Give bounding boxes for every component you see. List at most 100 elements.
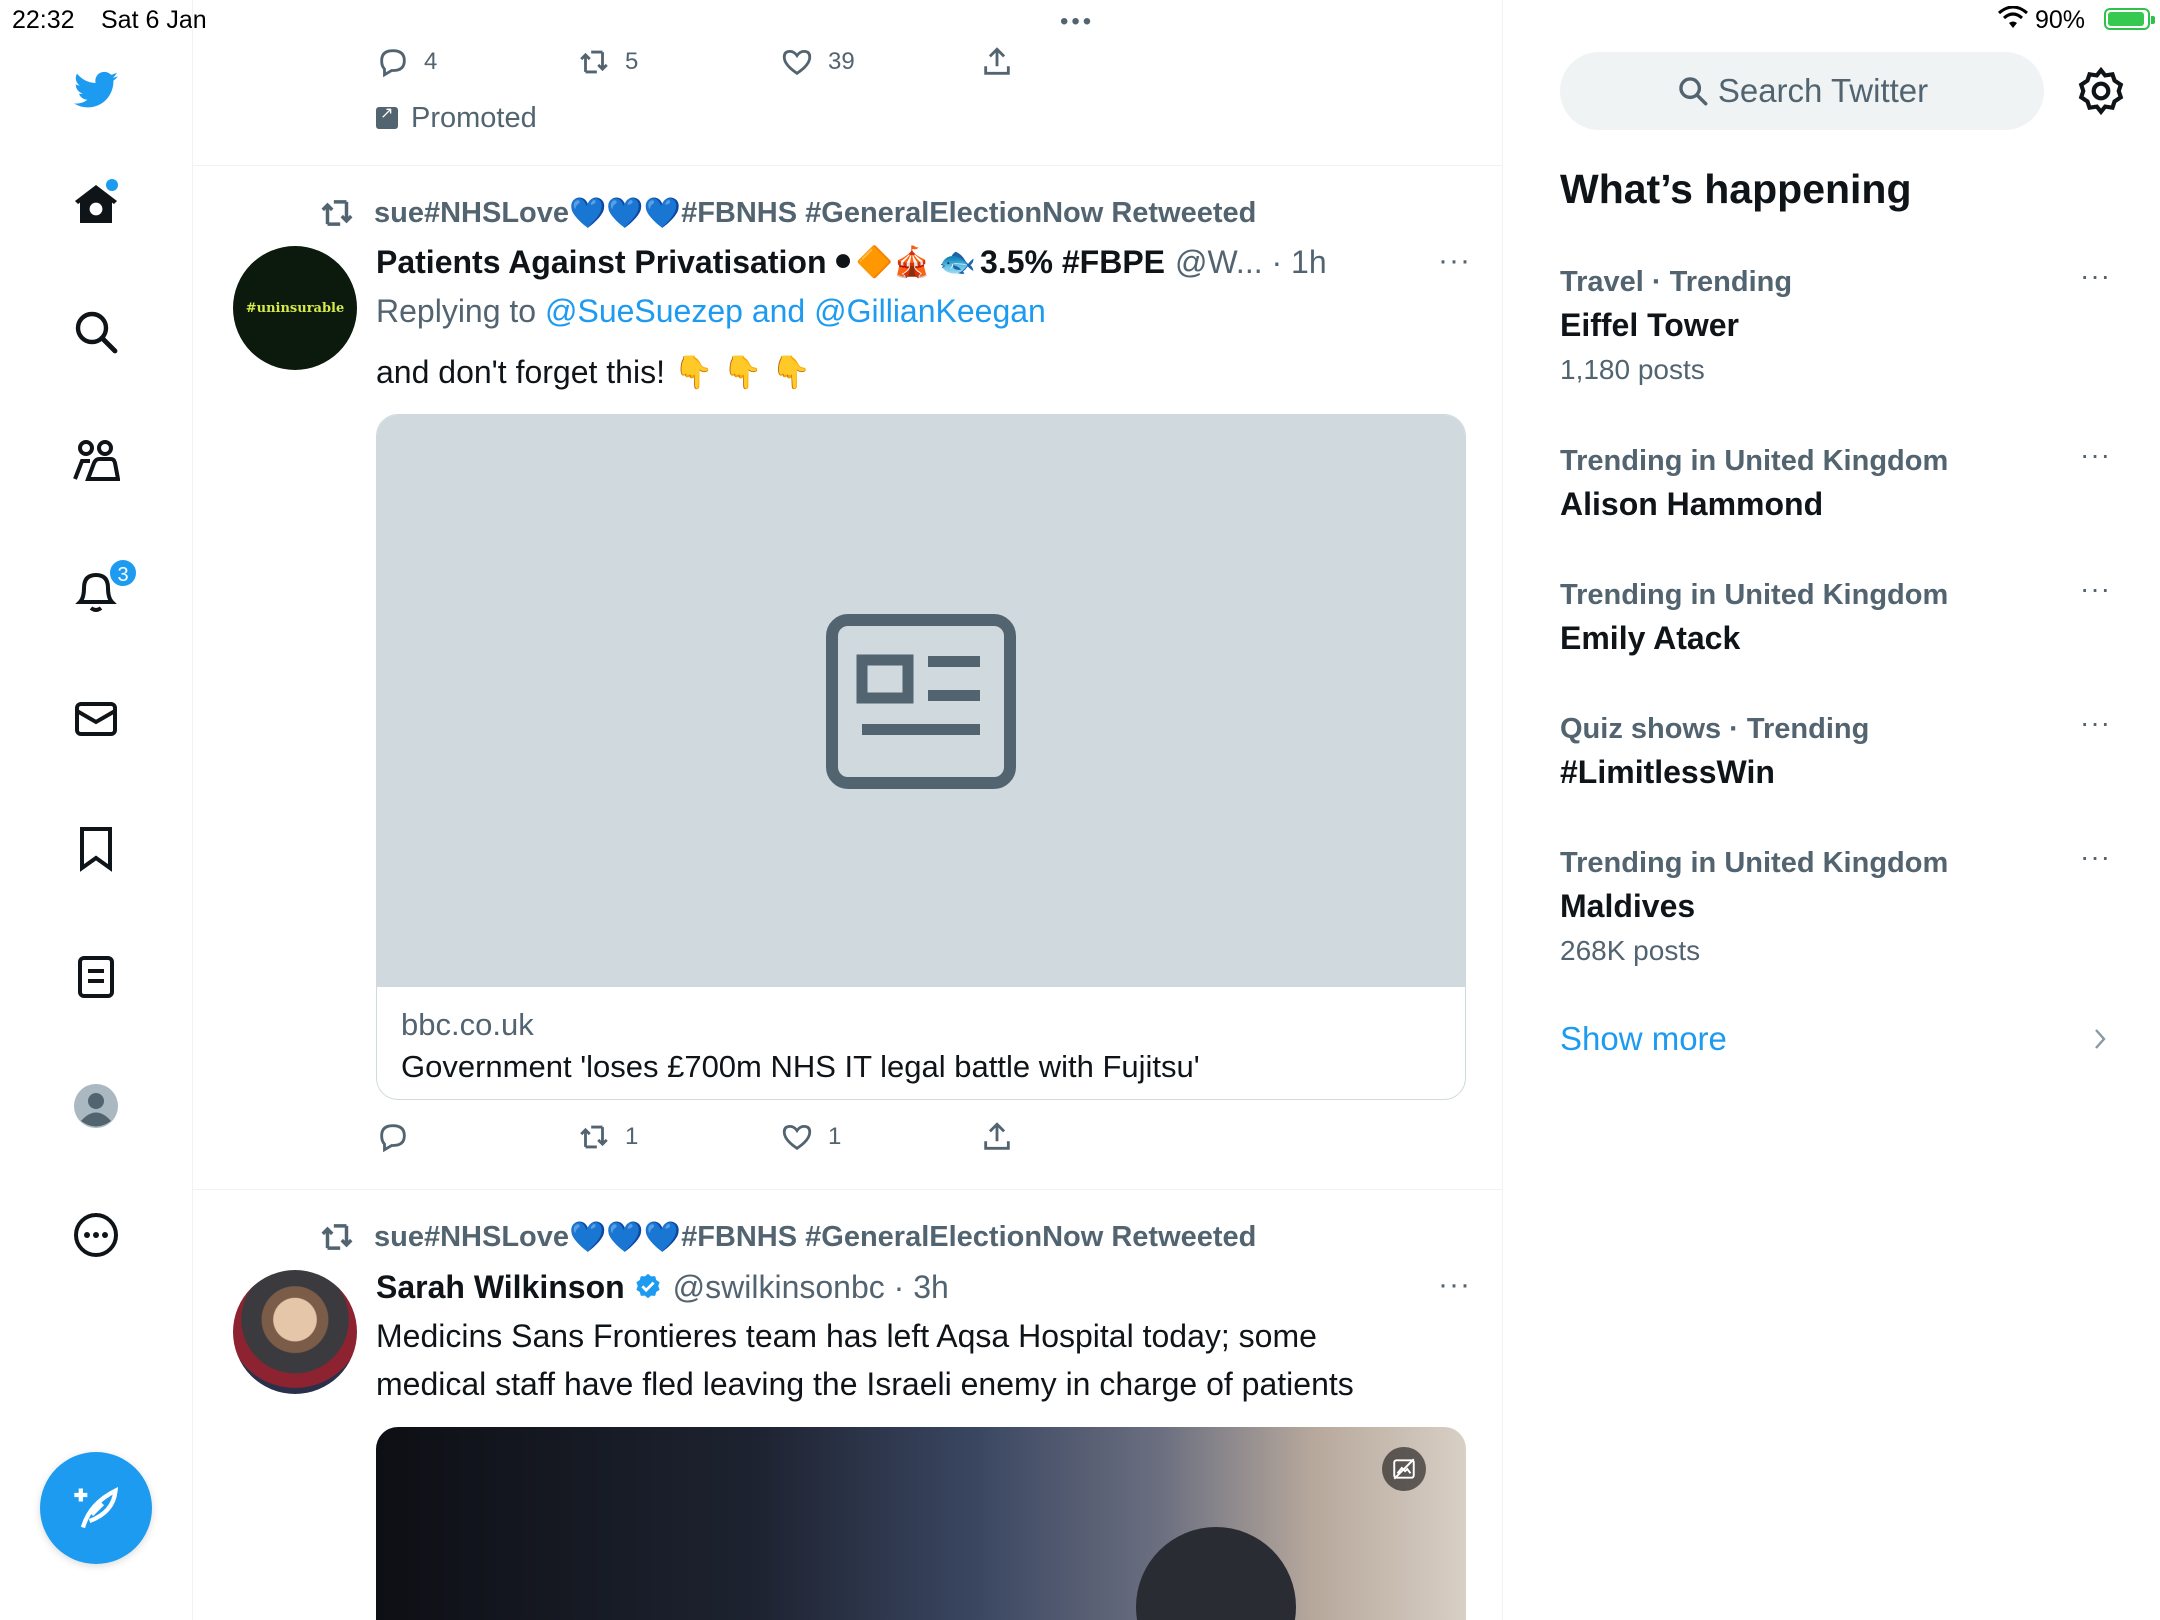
reply-icon (380, 49, 406, 78)
trend-context: Travel · Trending (1560, 266, 1793, 298)
tweet-text-line: medical staff have fled leaving the Isra… (376, 1366, 1354, 1402)
search-input[interactable]: Search Twitter (1560, 52, 2044, 130)
reply-icon (380, 1124, 406, 1153)
trend-item[interactable]: Trending in United Kingdom Emily Atack ·… (1560, 573, 2120, 657)
trend-posts: 268K posts (1560, 935, 1701, 966)
replying-to-line: Replying to @SueSuezep and @GillianKeega… (376, 293, 1046, 329)
promo-action-bar: 4 5 39 (193, 42, 1502, 82)
tweet-divider (193, 165, 1502, 166)
chevron-right-icon (2095, 1029, 2106, 1049)
retweeted-by-line[interactable]: sue#NHSLove 💙💙💙 #FBNHS #GeneralElectionN… (318, 1217, 1256, 1257)
share-button[interactable] (980, 42, 1028, 82)
trend-item[interactable]: Trending in United Kingdom Alison Hammon… (1560, 439, 2120, 523)
retweet-icon (321, 1224, 353, 1250)
author-handle-time: @W... · 1h (1175, 243, 1327, 280)
avatar[interactable]: #uninsurable (233, 246, 357, 370)
right-sidebar: Search Twitter What’s happening Travel ·… (1504, 0, 2160, 1620)
replying-to-mentions[interactable]: @SueSuezep and @GillianKeegan (545, 293, 1046, 329)
trend-posts: 1,180 posts (1560, 354, 1705, 385)
retweeted-by-line[interactable]: sue#NHSLove 💙💙💙 #FBNHS #GeneralElectionN… (318, 193, 1256, 233)
search-placeholder: Search Twitter (1717, 72, 1929, 109)
more-options-icon[interactable] (66, 1205, 126, 1265)
author-name-tail: 3.5% #FBPE (980, 243, 1165, 280)
tweet-more-icon[interactable]: ··· (1438, 244, 1471, 278)
tweet-video[interactable] (376, 1427, 1466, 1620)
trend-item[interactable]: Quiz shows · Trending #LimitlessWin ··· (1560, 707, 2120, 791)
trend-name: Emily Atack (1560, 620, 1741, 656)
sensitive-media-icon[interactable] (1382, 1447, 1426, 1491)
trend-context: Trending in United Kingdom (1560, 579, 1949, 611)
timeline: 4 5 39 Promoted sue#NHSLove 💙💙💙 #FBNHS #… (193, 0, 1503, 1620)
trend-name: #LimitlessWin (1560, 754, 1775, 790)
trend-more-icon[interactable]: ··· (2080, 439, 2111, 471)
lists-icon[interactable] (66, 947, 126, 1007)
like-count: 39 (828, 48, 855, 75)
whats-happening-title: What’s happening (1560, 166, 1912, 212)
tweet-author-line[interactable]: Patients Against Privatisation ⚫🔶🎪 🐟 3.5… (376, 240, 1327, 284)
trend-context: Trending in United Kingdom (1560, 445, 1949, 477)
tweet-text: and don't forget this! 👇 👇 👇 (376, 354, 812, 390)
tweet-divider (193, 1189, 1502, 1190)
left-nav: 3 (0, 0, 193, 1620)
author-name[interactable]: Patients Against Privatisation (376, 244, 826, 281)
notifications-bell-icon[interactable]: 3 (66, 558, 138, 620)
twitter-logo-icon[interactable] (66, 60, 126, 120)
profile-avatar-icon[interactable] (66, 1076, 126, 1136)
retweet-icon (580, 1125, 608, 1149)
promoted-label: Promoted (376, 100, 537, 136)
trend-more-icon[interactable]: ··· (2080, 707, 2111, 739)
verified-badge-icon (636, 1273, 660, 1299)
communities-icon[interactable] (66, 431, 126, 491)
home-unread-dot (106, 179, 118, 191)
compose-tweet-button[interactable] (40, 1452, 152, 1564)
show-more-link[interactable]: Show more (1560, 1020, 1727, 1058)
share-icon (984, 47, 1010, 75)
trend-context: Trending in United Kingdom (1560, 847, 1949, 879)
retweet-icon (580, 50, 608, 74)
search-icon[interactable] (66, 302, 126, 362)
author-handle-time: @swilkinsonbc · 3h (672, 1268, 949, 1305)
trend-more-icon[interactable]: ··· (2080, 841, 2111, 873)
share-button[interactable] (980, 1117, 1028, 1157)
notification-badge: 3 (108, 558, 138, 588)
search-icon (1679, 77, 1708, 106)
feather-plus-icon (74, 1486, 119, 1529)
trend-item[interactable]: Trending in United Kingdom Maldives 268K… (1560, 841, 2120, 967)
link-card-title: Government 'loses £700m NHS IT legal bat… (401, 1049, 1200, 1084)
trend-name: Alison Hammond (1560, 486, 1824, 522)
link-card[interactable]: bbc.co.uk Government 'loses £700m NHS IT… (376, 414, 1466, 1100)
home-icon[interactable] (66, 175, 126, 235)
trend-context: Quiz shows · Trending (1560, 713, 1870, 745)
trend-item[interactable]: Travel · Trending Eiffel Tower 1,180 pos… (1560, 260, 2120, 386)
tweet-text-line: Medicins Sans Frontieres team has left A… (376, 1318, 1317, 1354)
tweet-more-icon[interactable]: ··· (1438, 1268, 1471, 1302)
reply-count: 4 (424, 48, 438, 75)
reply-button[interactable]: 4 (376, 42, 437, 82)
trend-name: Maldives (1560, 888, 1696, 924)
retweet-button[interactable]: 5 (577, 42, 638, 82)
author-name-emojis: ⚫🔶🎪 🐟 (830, 245, 977, 279)
retweet-button[interactable]: 1 (577, 1117, 638, 1157)
author-name[interactable]: Sarah Wilkinson (376, 1269, 625, 1306)
link-card-domain: bbc.co.uk (401, 1007, 534, 1042)
promoted-icon (376, 103, 398, 129)
heart-icon (782, 49, 812, 76)
settings-gear-icon[interactable] (2076, 66, 2126, 116)
messages-envelope-icon[interactable] (66, 689, 126, 749)
article-placeholder-icon (826, 613, 1016, 789)
like-button[interactable]: 39 (780, 42, 855, 82)
tweet-action-bar: 1 1 (193, 1117, 1502, 1157)
bookmarks-icon[interactable] (66, 818, 126, 878)
trend-more-icon[interactable]: ··· (2080, 260, 2111, 292)
share-icon (984, 1122, 1010, 1150)
avatar[interactable] (233, 1270, 357, 1394)
tweet-author-line[interactable]: Sarah Wilkinson @swilkinsonbc · 3h (376, 1265, 949, 1309)
like-button[interactable]: 1 (780, 1117, 841, 1157)
link-card-media (377, 415, 1465, 987)
retweet-count: 1 (625, 1123, 639, 1150)
heart-icon (782, 1124, 812, 1151)
reply-button[interactable] (376, 1117, 424, 1157)
retweet-icon (321, 200, 353, 226)
retweet-count: 5 (625, 48, 639, 75)
trend-more-icon[interactable]: ··· (2080, 573, 2111, 605)
